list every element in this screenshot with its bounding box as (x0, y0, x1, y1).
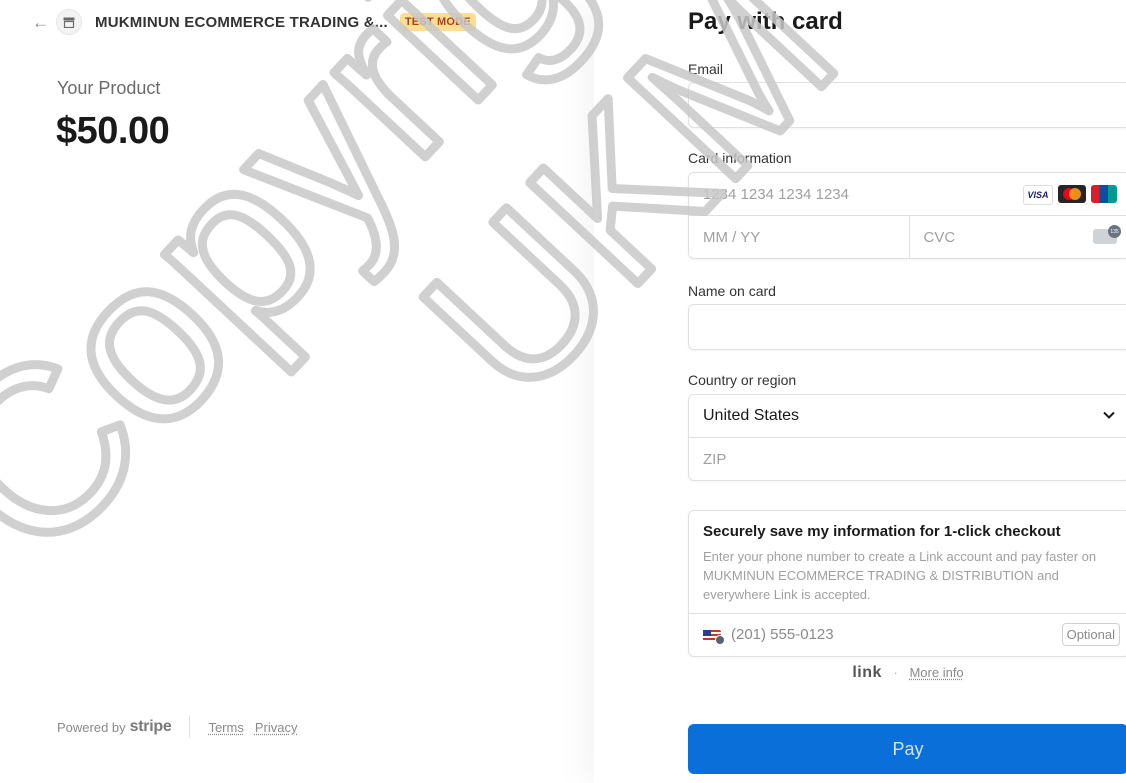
test-mode-badge: TEST MODE (399, 13, 476, 31)
name-on-card-field[interactable] (688, 304, 1126, 350)
country-select[interactable]: United States (689, 395, 1126, 437)
back-arrow-icon[interactable]: ← (32, 14, 50, 31)
cvc-input[interactable]: CVC (910, 229, 956, 246)
expiry-input-wrap[interactable]: MM / YY (689, 216, 909, 258)
country-label: Country or region (688, 372, 797, 388)
phone-input[interactable]: (201) 555-0123 (731, 626, 834, 643)
email-field[interactable] (688, 82, 1126, 128)
order-summary-panel: ← MUKMINUN ECOMMERCE TRADING &... TEST M… (0, 0, 594, 783)
store-glyph (63, 17, 75, 28)
optional-tag: Optional (1061, 623, 1120, 646)
separator-dot: · (893, 665, 898, 680)
terms-link[interactable]: Terms (208, 720, 243, 735)
country-value: United States (703, 407, 800, 424)
zip-input[interactable]: ZIP (689, 451, 726, 468)
merchant-name: MUKMINUN ECOMMERCE TRADING &... (95, 13, 388, 31)
address-group: United States ZIP (688, 394, 1126, 481)
zip-row[interactable]: ZIP (689, 437, 1126, 480)
store-icon (56, 9, 82, 35)
link-logo: link (852, 664, 882, 681)
mastercard-icon (1058, 185, 1086, 203)
stripe-logo[interactable]: stripe (130, 718, 172, 736)
more-info-link[interactable]: More info (909, 665, 963, 680)
expiry-input[interactable]: MM / YY (689, 229, 760, 246)
card-number-row[interactable]: 1234 1234 1234 1234 VISA (689, 173, 1126, 215)
cvc-card-icon (1093, 225, 1121, 244)
name-on-card-label: Name on card (688, 283, 776, 299)
link-footer: link · More info (688, 664, 1126, 682)
chevron-down-icon (1103, 411, 1115, 419)
pay-title: Pay with card (688, 8, 843, 35)
card-info-label: Card information (688, 150, 792, 166)
link-save-box: Securely save my information for 1-click… (688, 510, 1126, 657)
card-brand-icons: VISA (1023, 185, 1117, 205)
link-description: Enter your phone number to create a Link… (703, 549, 1097, 602)
privacy-link[interactable]: Privacy (255, 720, 298, 735)
phone-row[interactable]: (201) 555-0123 Optional (689, 613, 1126, 656)
us-flag-icon[interactable] (703, 630, 725, 645)
unionpay-icon (1091, 185, 1117, 203)
footer-divider (189, 716, 191, 738)
card-number-input[interactable]: 1234 1234 1234 1234 (689, 186, 849, 203)
powered-by-text: Powered by (57, 719, 126, 735)
product-price: $50.00 (56, 110, 170, 152)
topbar: ← MUKMINUN ECOMMERCE TRADING &... TEST M… (32, 9, 476, 35)
visa-icon: VISA (1023, 185, 1053, 205)
card-info-group: 1234 1234 1234 1234 VISA MM / YY CVC (688, 172, 1126, 259)
expiry-cvc-row: MM / YY CVC (689, 215, 1126, 258)
email-label: Email (688, 61, 724, 77)
pay-button[interactable]: Pay (688, 724, 1126, 774)
cvc-input-wrap[interactable]: CVC (908, 216, 1126, 258)
link-title: Securely save my information for 1-click… (703, 523, 1061, 540)
footer: Powered by stripe Terms Privacy (57, 716, 308, 738)
product-name: Your Product (57, 78, 161, 98)
